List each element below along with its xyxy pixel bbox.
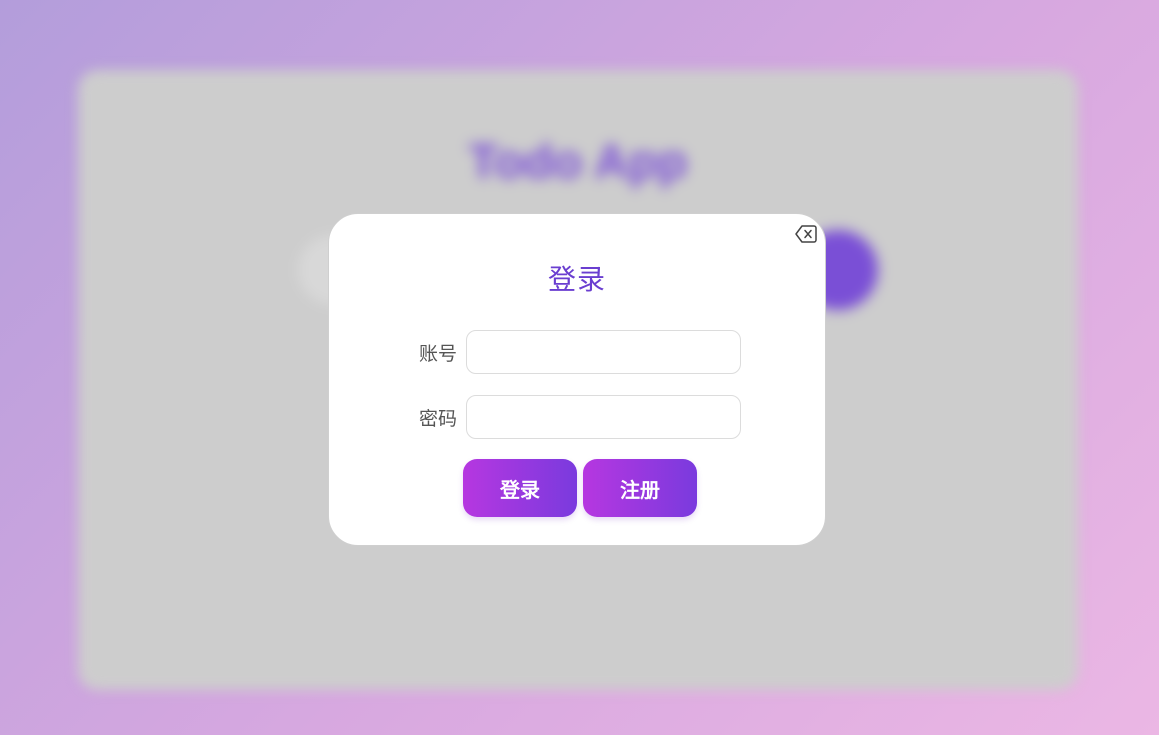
login-modal: 登录 账号 密码 登录 注册	[328, 213, 826, 546]
password-label: 密码	[418, 407, 457, 430]
close-button[interactable]	[795, 224, 817, 244]
account-label: 账号	[418, 342, 457, 365]
account-row: 账号	[409, 330, 741, 374]
register-button[interactable]: 注册	[583, 459, 697, 517]
button-row: 登录 注册	[463, 459, 697, 517]
background-app-title: Todo App	[468, 136, 688, 189]
backspace-x-icon	[795, 225, 817, 243]
login-button[interactable]: 登录	[463, 459, 577, 517]
password-input[interactable]	[466, 395, 741, 439]
account-input[interactable]	[466, 330, 741, 374]
password-row: 密码	[409, 395, 741, 439]
modal-title: 登录	[547, 263, 606, 296]
